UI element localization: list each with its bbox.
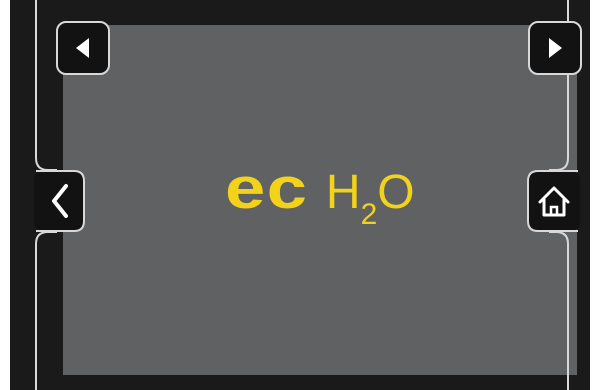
logo-subscript: 2 <box>360 198 378 231</box>
ec-h2o-logo: ec H2O <box>160 160 480 240</box>
arrow-right-icon <box>549 38 562 58</box>
device-bezel: ec H2O <box>10 0 590 390</box>
arrow-left-icon <box>76 38 89 58</box>
logo-h-letter: H <box>325 166 361 219</box>
back-button[interactable] <box>34 170 85 232</box>
logo-ec-text: ec <box>225 156 309 221</box>
next-button[interactable] <box>528 21 582 75</box>
logo-o-letter: O <box>377 166 415 219</box>
home-button[interactable] <box>527 170 580 232</box>
previous-button[interactable] <box>56 21 110 75</box>
logo-h2o-text: H2O <box>325 166 415 230</box>
